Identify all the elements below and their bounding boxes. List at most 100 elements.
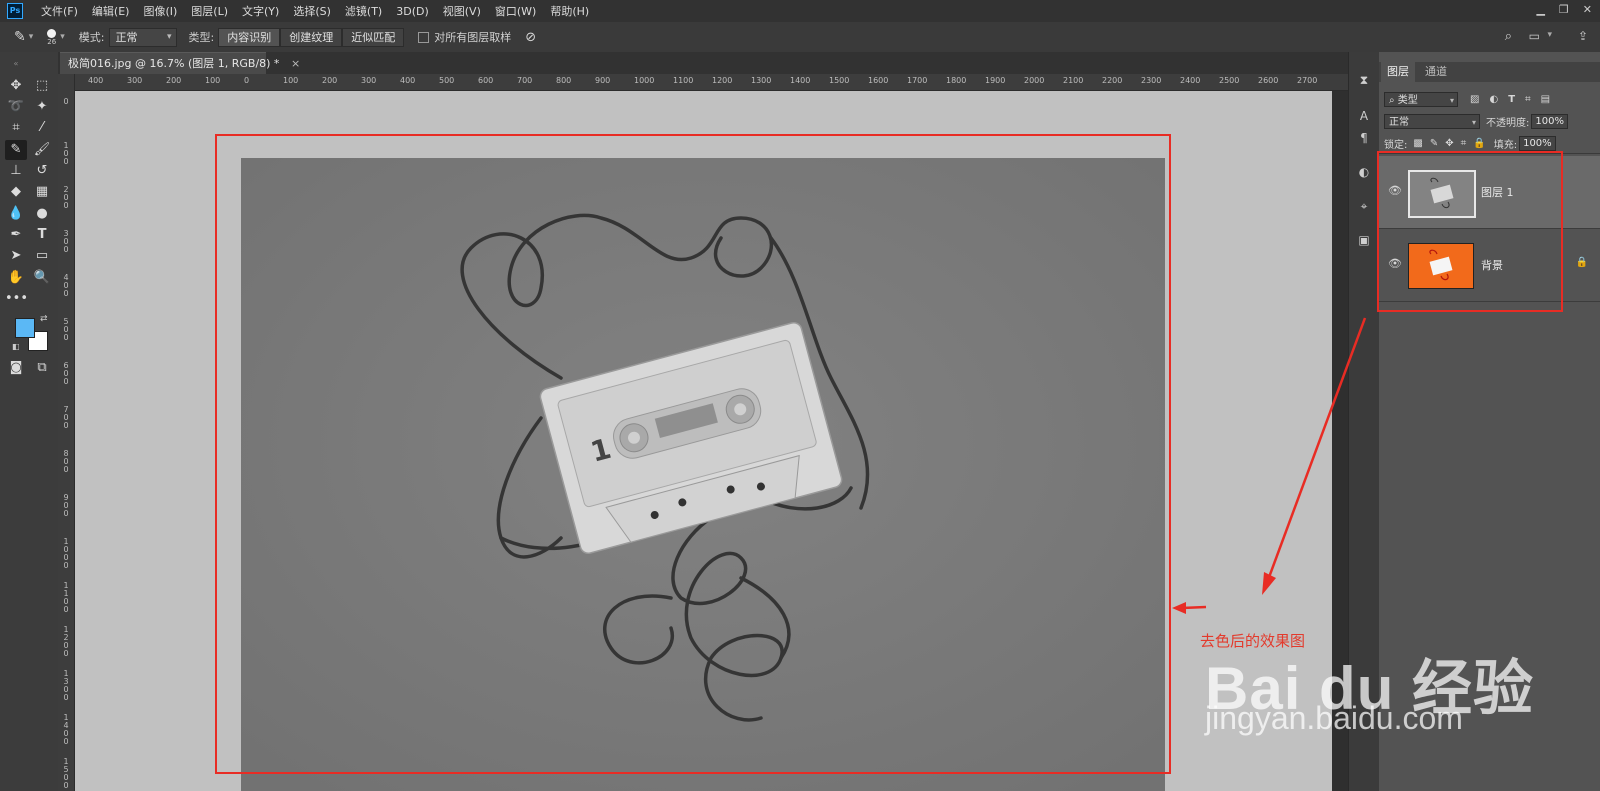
magic-wand-tool-icon[interactable]: ✦ xyxy=(31,97,53,117)
history-panel-icon[interactable]: ⧗ xyxy=(1356,72,1372,88)
close-window-icon[interactable]: ✕ xyxy=(1583,3,1592,16)
sample-all-layers-checkbox[interactable] xyxy=(418,31,430,43)
close-document-icon[interactable]: × xyxy=(291,57,300,70)
visibility-eye-icon[interactable]: 👁 xyxy=(1388,257,1402,271)
type-segmented-control: 内容识别 创建纹理 近似匹配 xyxy=(218,27,405,47)
type-proximity-match-button[interactable]: 近似匹配 xyxy=(342,27,405,47)
annotation-arrow-to-layers xyxy=(1266,317,1367,581)
foreground-color-swatch[interactable] xyxy=(15,318,35,338)
hand-tool-icon[interactable]: ✋ xyxy=(5,268,27,288)
layer-lock-icon[interactable]: 🔒 xyxy=(1576,257,1588,268)
menu-select[interactable]: 选择(S) xyxy=(293,3,331,19)
path-selection-tool-icon[interactable]: ➤ xyxy=(5,246,27,266)
type-content-aware-button[interactable]: 内容识别 xyxy=(218,27,281,47)
healing-brush-tool-icon-active[interactable]: ✎ xyxy=(5,140,27,160)
workspace-icon[interactable]: ▭ xyxy=(1529,29,1540,43)
zoom-tool-icon[interactable]: 🔍 xyxy=(31,268,53,288)
ruler-tick-label: 200 xyxy=(322,76,338,85)
document-tab[interactable]: 极简016.jpg @ 16.7% (图层 1, RGB/8) * × xyxy=(60,52,300,74)
layer-name[interactable]: 背景 xyxy=(1481,257,1503,273)
menu-file[interactable]: 文件(F) xyxy=(41,3,78,19)
eraser-tool-icon[interactable]: ◆ xyxy=(5,182,27,202)
menu-edit[interactable]: 编辑(E) xyxy=(92,3,130,19)
adjustments-panel-icon[interactable]: ◐ xyxy=(1356,164,1372,180)
ruler-tick-label: 100 xyxy=(283,76,299,85)
menu-image[interactable]: 图像(I) xyxy=(143,3,177,19)
mode-label: 模式: xyxy=(78,31,105,44)
layer-filter-select[interactable]: ⌕ 类型 xyxy=(1384,92,1458,108)
screen-mode-icon[interactable]: ⧉ xyxy=(31,358,53,378)
tab-layers[interactable]: 图层 xyxy=(1381,62,1415,82)
share-icon[interactable]: ⇪ xyxy=(1578,29,1588,43)
menu-filter[interactable]: 滤镜(T) xyxy=(345,3,382,19)
filter-adjustment-icon[interactable]: ◐ xyxy=(1489,94,1498,105)
lock-all-icon[interactable]: 🔒 xyxy=(1473,138,1485,149)
move-tool-icon[interactable]: ✥ xyxy=(5,76,27,96)
lock-transparent-icon[interactable]: ▩ xyxy=(1413,138,1422,149)
paragraph-panel-icon[interactable]: ¶ xyxy=(1356,130,1372,146)
layer-name[interactable]: 图层 1 xyxy=(1481,184,1514,200)
visibility-eye-icon[interactable]: 👁 xyxy=(1388,184,1402,198)
character-panel-icon[interactable]: A xyxy=(1356,108,1372,124)
ruler-tick-label: 2600 xyxy=(1258,76,1279,85)
quick-mask-icon[interactable]: ◙ xyxy=(5,358,27,378)
rectangle-tool-icon[interactable]: ▭ xyxy=(31,246,53,266)
menu-view[interactable]: 视图(V) xyxy=(443,3,481,19)
dodge-tool-icon[interactable]: ● xyxy=(31,204,53,224)
filter-type-icon[interactable]: T xyxy=(1508,94,1515,105)
pressure-size-icon[interactable]: ⊘ xyxy=(525,30,536,45)
opacity-input[interactable]: 100% xyxy=(1531,114,1568,129)
type-tool-icon[interactable]: T xyxy=(31,225,53,245)
default-colors-icon[interactable]: ◧ xyxy=(12,342,20,351)
eyedropper-tool-icon[interactable]: ⁄ xyxy=(31,118,53,138)
lock-position-icon[interactable]: ✥ xyxy=(1445,138,1453,149)
lock-pixels-icon[interactable]: ✎ xyxy=(1430,138,1438,149)
blend-mode-select[interactable]: 正常 xyxy=(1384,114,1480,130)
document-image[interactable]: 1 xyxy=(241,158,1165,791)
menu-window[interactable]: 窗口(W) xyxy=(495,3,536,19)
filter-pixel-icon[interactable]: ▨ xyxy=(1470,94,1479,105)
tool-preset-chevron-icon[interactable]: ▾ xyxy=(29,32,34,42)
libraries-panel-icon[interactable]: ▣ xyxy=(1356,232,1372,248)
layer-row-background[interactable]: 👁 背景 🔒 xyxy=(1379,229,1600,302)
brush-size-picker[interactable]: 26 xyxy=(47,28,57,46)
filter-smart-object-icon[interactable]: ▤ xyxy=(1541,94,1550,105)
restore-icon[interactable]: ❐ xyxy=(1559,3,1569,16)
blur-tool-icon[interactable]: 💧 xyxy=(5,204,27,224)
marquee-tool-icon[interactable]: ⬚ xyxy=(31,76,53,96)
lasso-tool-icon[interactable]: ➰ xyxy=(5,97,27,117)
search-icon[interactable]: ⌕ xyxy=(1505,29,1512,44)
brush-tool-icon[interactable]: 🖌 xyxy=(31,140,53,160)
brush-tip-icon xyxy=(47,28,57,38)
filter-shape-icon[interactable]: ⌗ xyxy=(1525,94,1531,105)
ruler-tick-label: 1000 xyxy=(634,76,655,85)
brush-picker-chevron-icon[interactable]: ▾ xyxy=(60,32,65,42)
layer-row-layer1[interactable]: 👁 图层 1 xyxy=(1379,156,1600,229)
mode-select[interactable]: 正常 xyxy=(108,27,177,47)
type-create-texture-button[interactable]: 创建纹理 xyxy=(280,27,343,47)
menu-type[interactable]: 文字(Y) xyxy=(242,3,279,19)
more-tools-icon[interactable]: ••• xyxy=(5,289,28,309)
gradient-tool-icon[interactable]: ▦ xyxy=(31,182,53,202)
menu-help[interactable]: 帮助(H) xyxy=(550,3,589,19)
minimize-icon[interactable]: ▁ xyxy=(1536,3,1544,16)
tab-channels[interactable]: 通道 xyxy=(1419,62,1453,82)
healing-brush-tool-icon[interactable]: ✎ xyxy=(14,29,26,45)
workspace-chevron-icon[interactable]: ▾ xyxy=(1547,30,1552,40)
collapse-tools-icon[interactable]: « xyxy=(5,54,27,74)
crop-tool-icon[interactable]: ⌗ xyxy=(5,118,27,138)
filter-search-icon: ⌕ xyxy=(1389,95,1398,106)
arrowhead-icon xyxy=(1262,572,1276,595)
layer-filter-value: 类型 xyxy=(1397,95,1418,106)
swap-colors-icon[interactable]: ⇄ xyxy=(40,314,48,324)
pen-tool-icon[interactable]: ✒ xyxy=(5,225,27,245)
window-controls: ▁ ❐ ✕ xyxy=(1536,3,1592,16)
fill-input[interactable]: 100% xyxy=(1519,136,1556,151)
clone-stamp-tool-icon[interactable]: ⊥ xyxy=(5,161,27,181)
paths-panel-icon[interactable]: ⌖ xyxy=(1356,198,1372,214)
menu-layer[interactable]: 图层(L) xyxy=(191,3,228,19)
lock-label: 锁定: xyxy=(1384,140,1408,151)
history-brush-tool-icon[interactable]: ↺ xyxy=(31,161,53,181)
menu-3d[interactable]: 3D(D) xyxy=(396,5,429,18)
lock-artboard-icon[interactable]: ⌗ xyxy=(1461,138,1467,149)
